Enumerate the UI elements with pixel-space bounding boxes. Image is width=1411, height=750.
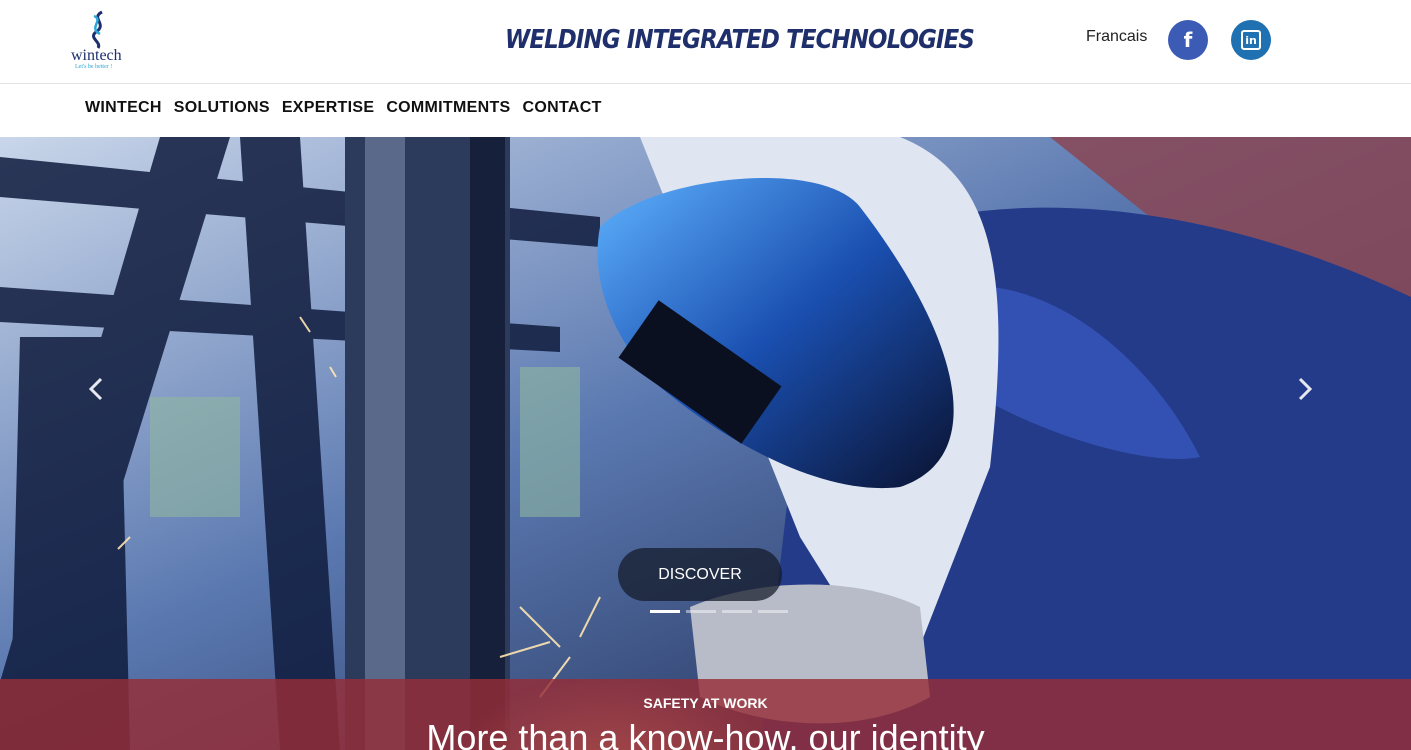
chevron-right-icon[interactable] — [1295, 375, 1315, 403]
nav-item-solutions[interactable]: SOLUTIONS — [174, 99, 270, 117]
nav-item-commitments[interactable]: COMMITMENTS — [386, 99, 510, 117]
carousel-indicators — [650, 610, 788, 613]
welder-photo — [0, 137, 1411, 750]
linkedin-icon: in — [1241, 30, 1261, 50]
site-title: WELDING INTEGRATED TECHNOLOGIES — [505, 25, 975, 55]
carousel-dot[interactable] — [686, 610, 716, 613]
site-header: wintech Let's be better ! WELDING INTEGR… — [0, 0, 1411, 84]
facebook-icon: f — [1183, 28, 1193, 52]
logo-name: wintech — [71, 47, 122, 64]
wintech-logo[interactable]: wintech Let's be better ! — [66, 10, 136, 72]
nav-item-wintech[interactable]: WINTECH — [85, 99, 162, 117]
facebook-button[interactable]: f — [1168, 20, 1208, 60]
hero-carousel[interactable]: DISCOVER SAFETY AT WORK More than a know… — [0, 137, 1411, 750]
nav-item-expertise[interactable]: EXPERTISE — [282, 99, 375, 117]
banner-headline: More than a know-how, our identity — [426, 717, 985, 750]
carousel-dot[interactable] — [722, 610, 752, 613]
main-nav: WINTECH SOLUTIONS EXPERTISE COMMITMENTS … — [0, 84, 1411, 137]
carousel-dot[interactable] — [650, 610, 680, 613]
language-switch[interactable]: Francais — [1086, 28, 1147, 46]
logo-tagline: Let's be better ! — [75, 64, 113, 70]
banner-kicker: SAFETY AT WORK — [643, 695, 768, 711]
discover-button[interactable]: DISCOVER — [618, 548, 782, 601]
hero-banner: SAFETY AT WORK More than a know-how, our… — [0, 679, 1411, 750]
carousel-dot[interactable] — [758, 610, 788, 613]
linkedin-button[interactable]: in — [1231, 20, 1271, 60]
logo-swirl-icon — [92, 10, 103, 49]
chevron-left-icon[interactable] — [86, 375, 106, 403]
nav-item-contact[interactable]: CONTACT — [523, 99, 602, 117]
